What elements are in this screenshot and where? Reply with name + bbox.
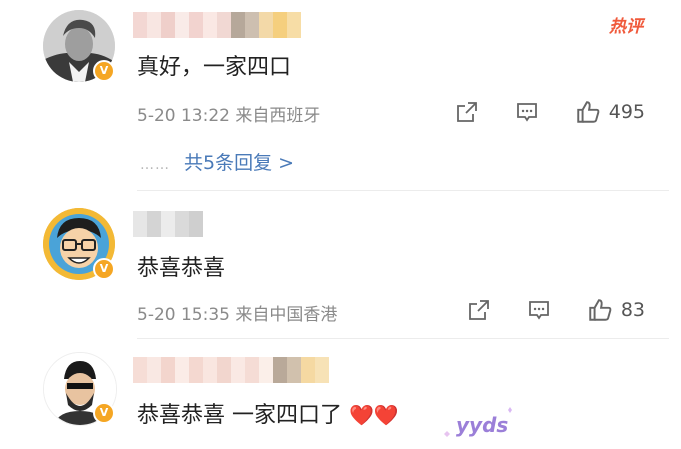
username-blurred[interactable] bbox=[133, 12, 301, 38]
hot-comment-badge: 热评 bbox=[609, 17, 643, 37]
comment-text: 真好，一家四口 bbox=[137, 55, 292, 80]
replies-label: 共5条回复 > bbox=[184, 152, 295, 174]
comment-icon[interactable] bbox=[515, 100, 539, 124]
comment-meta: 5-20 15:35 来自中国香港 bbox=[137, 305, 338, 325]
verified-badge-icon: V bbox=[93, 258, 115, 280]
verified-badge-icon: V bbox=[93, 60, 115, 82]
like-count: 495 bbox=[608, 101, 645, 123]
view-replies-link[interactable]: …… 共5条回复 > bbox=[140, 148, 294, 175]
comment-icon[interactable] bbox=[527, 298, 551, 322]
verified-badge-icon: V bbox=[93, 402, 115, 424]
comment-text: 恭喜恭喜 一家四口了 ❤️❤️ bbox=[137, 397, 399, 429]
divider bbox=[137, 338, 669, 339]
like-count: 83 bbox=[620, 299, 645, 321]
share-icon[interactable] bbox=[455, 100, 479, 124]
comment-text-body: 恭喜恭喜 一家四口了 bbox=[137, 403, 342, 428]
username-blurred[interactable] bbox=[133, 211, 203, 237]
yyds-text: yyds bbox=[456, 413, 508, 437]
username-blurred[interactable] bbox=[133, 357, 329, 383]
yyds-sticker: yyds bbox=[444, 407, 512, 437]
divider bbox=[137, 190, 669, 191]
share-icon[interactable] bbox=[467, 298, 491, 322]
thumbs-up-icon bbox=[577, 101, 600, 123]
heart-emoji: ❤️❤️ bbox=[349, 403, 399, 427]
like-button[interactable]: 495 bbox=[575, 99, 645, 125]
like-button[interactable]: 83 bbox=[587, 297, 645, 323]
comment-text: 恭喜恭喜 bbox=[137, 256, 226, 281]
comment-meta: 5-20 13:22 来自西班牙 bbox=[137, 106, 321, 126]
thumbs-up-icon bbox=[589, 299, 612, 321]
replies-dots: …… bbox=[140, 157, 170, 173]
